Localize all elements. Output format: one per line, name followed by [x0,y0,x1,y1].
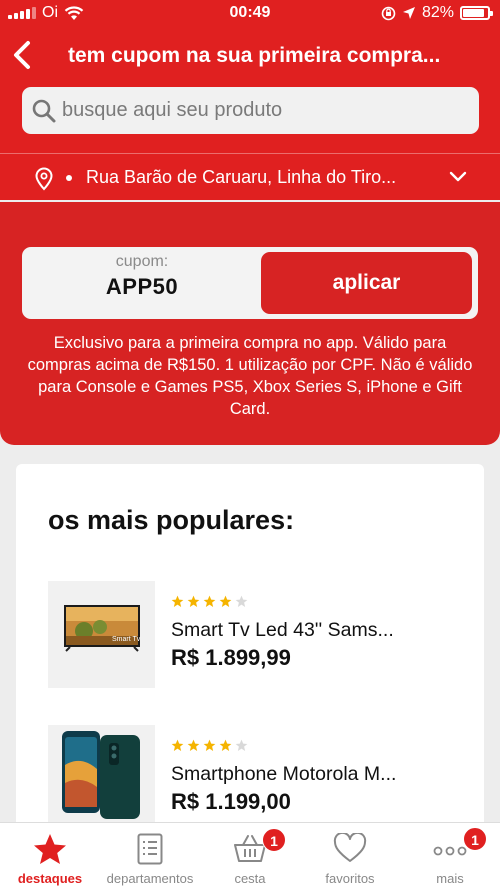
nav-tab-destaques[interactable]: destaques [0,823,100,889]
more-badge: 1 [463,827,487,851]
nav-tab-favoritos[interactable]: favoritos [300,823,400,889]
section-title: os mais populares: [48,505,295,535]
rating-stars [171,739,248,752]
header-divider [0,153,500,154]
chevron-down-icon [449,171,467,182]
location-pin-icon [35,167,53,191]
product-card[interactable]: Smart Tv Smart Tv Led 43'' Sams... R$ 1.… [48,581,478,691]
nav-label: destaques [17,871,83,886]
nav-label: departamentos [106,871,194,886]
heart-icon [333,833,367,862]
star-icon [203,739,216,752]
location-arrow-icon [402,7,415,19]
nav-tab-departamentos[interactable]: departamentos [100,823,200,889]
search-bar[interactable] [22,87,479,134]
star-icon [235,595,248,608]
star-icon [171,739,184,752]
tv-image-icon: Smart Tv [64,605,141,652]
nav-tab-cesta[interactable]: 1 cesta [200,823,300,889]
star-icon [34,834,66,864]
coupon-code: APP50 [105,274,179,299]
star-icon [187,595,200,608]
star-icon [235,739,248,752]
address-selector[interactable]: Rua Barão de Caruaru, Linha do Tiro... [0,155,500,201]
nav-label: favoritos [325,871,375,886]
battery-icon [460,6,493,20]
star-icon [219,595,232,608]
nav-label: cesta [234,871,266,886]
rotation-lock-icon [381,6,396,20]
tv-screen-text: Smart Tv [112,636,141,643]
product-card[interactable]: Smartphone Motorola M... R$ 1.199,00 [48,725,478,835]
star-icon [171,595,184,608]
star-icon [187,739,200,752]
star-icon [219,739,232,752]
coupon-description: Exclusivo para a primeira compra no app.… [27,334,473,418]
search-input[interactable] [62,95,462,126]
cart-badge: 1 [262,828,286,852]
product-thumbnail: Smart Tv [48,581,155,688]
product-thumbnail [48,725,155,832]
smartphone-image-icon [62,731,140,819]
star-icon [203,595,216,608]
status-bar: Oi 00:49 82% [0,0,500,28]
page-title: tem cupom na sua primeira compra... [68,44,441,67]
product-price: R$ 1.899,99 [171,645,291,670]
coupon-label: cupom: [115,253,169,270]
battery-percent: 82% [421,4,454,21]
nav-tab-mais[interactable]: 1 mais [400,823,500,889]
bullet-dot [66,175,72,181]
address-text: Rua Barão de Caruaru, Linha do Tiro... [86,167,397,187]
bottom-nav: destaques departamentos 1 cesta favorito… [0,822,500,889]
apply-coupon-button[interactable]: aplicar [261,252,472,314]
list-icon [137,833,163,865]
product-name: Smartphone Motorola M... [171,763,397,785]
rating-stars [171,595,248,608]
product-price: R$ 1.199,00 [171,789,291,814]
search-icon [32,99,56,123]
nav-label: mais [436,871,464,886]
chevron-left-icon[interactable] [10,40,36,70]
product-name: Smart Tv Led 43'' Sams... [171,619,394,641]
